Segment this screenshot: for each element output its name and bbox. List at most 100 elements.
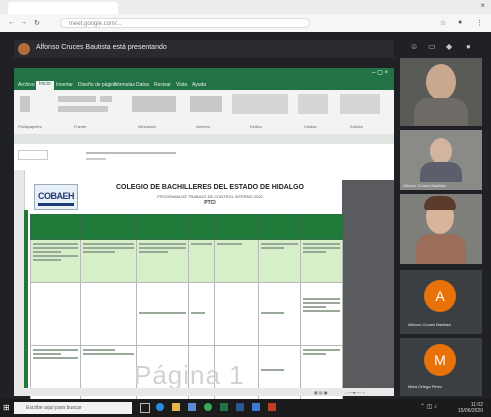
excel-taskbar-icon[interactable] [220, 403, 228, 411]
taskbar-search[interactable]: Escribe aquí para buscar [14, 402, 132, 414]
participant-tile[interactable] [400, 58, 482, 126]
chat-icon[interactable]: ▭ [428, 42, 436, 51]
participant-body [420, 162, 462, 182]
close-window-icon[interactable]: × [480, 1, 485, 10]
tray-icons[interactable]: ⌃ ◫ ♪ [420, 403, 437, 410]
windows-start-icon[interactable]: ⊞ [3, 403, 10, 412]
table-cell[interactable] [30, 282, 81, 346]
table-cell[interactable] [214, 239, 259, 283]
tab-insertar[interactable]: Insertar [56, 82, 73, 88]
shared-excel-window: – ▢ × Archivo Inicio Insertar Diseño de … [14, 68, 394, 401]
task-view-icon[interactable] [140, 403, 150, 413]
tab-ayuda[interactable]: Ayuda [192, 82, 206, 88]
participant-tile[interactable]: A Alfonso Cruces Bautista [400, 270, 482, 334]
people-icon[interactable]: ☺ [410, 42, 418, 51]
clock-date: 15/06/2020 [457, 408, 483, 414]
file-explorer-icon[interactable] [172, 403, 180, 411]
tab-formulas[interactable]: Fórmulas [114, 82, 135, 88]
app-icon[interactable] [268, 403, 276, 411]
styles-icons[interactable] [232, 94, 288, 114]
report-subtitle: PROGRAMA DE TRABAJO DE CONTROL INTERNO 2… [157, 194, 263, 199]
table-cell[interactable] [80, 239, 137, 283]
align-icons[interactable] [132, 96, 176, 112]
header-cell [80, 214, 137, 240]
presenter-avatar [18, 43, 30, 55]
table-cell[interactable] [136, 282, 189, 346]
table-cell[interactable] [300, 239, 343, 283]
paste-icon[interactable] [20, 96, 30, 112]
table-header-row [30, 214, 343, 240]
presenting-text: Alfonso Cruces Bautista está presentando [36, 44, 167, 51]
formula-bar[interactable] [14, 144, 394, 171]
number-format[interactable] [190, 96, 222, 112]
reload-icon[interactable]: ↻ [34, 19, 40, 27]
table-cell[interactable] [188, 239, 215, 283]
tab-vista[interactable]: Vista [176, 82, 187, 88]
screen: × ← → ↻ meet.google.com/... ☆ ● ⋮ Alfons… [0, 0, 491, 417]
name-box[interactable] [18, 150, 48, 160]
tab-archivo[interactable]: Archivo [18, 82, 35, 88]
table-cell[interactable] [80, 282, 137, 346]
table-cell[interactable] [136, 239, 189, 283]
browser-tab[interactable] [8, 2, 118, 14]
font-format-icons[interactable] [58, 106, 108, 112]
edge-icon[interactable] [156, 403, 164, 411]
editing-icons[interactable] [340, 94, 380, 114]
ribbon-group-edicion: Edición [350, 124, 364, 129]
header-cell [258, 214, 301, 240]
store-icon[interactable] [188, 403, 196, 411]
tab-revisar[interactable]: Revisar [154, 82, 171, 88]
presenting-banner: Alfonso Cruces Bautista está presentando [14, 40, 394, 58]
cells-icons[interactable] [298, 94, 328, 114]
participant-tile[interactable] [400, 194, 482, 264]
star-icon[interactable]: ☆ [440, 19, 446, 27]
word-taskbar-icon[interactable] [236, 403, 244, 411]
account-icon[interactable]: ● [466, 42, 471, 51]
participant-avatar: M [424, 344, 456, 376]
mail-icon[interactable] [252, 403, 260, 411]
table-cell[interactable] [214, 282, 259, 346]
profile-icon[interactable]: ● [458, 19, 462, 26]
row-highlight-bar [24, 210, 28, 396]
back-icon[interactable]: ← [8, 19, 15, 26]
participant-name: Alfonso Cruces Bautista [408, 322, 451, 327]
tab-datos[interactable]: Datos [136, 82, 149, 88]
participant-avatar: A [424, 280, 456, 312]
url-field[interactable]: meet.google.com/... [60, 18, 310, 28]
table-row[interactable] [30, 282, 343, 346]
tab-inicio[interactable]: Inicio [36, 81, 54, 90]
participant-tile[interactable]: Alfonso Cruces Bautista [400, 130, 482, 190]
participant-video [430, 138, 452, 164]
view-icons[interactable]: ▦ ▤ ▣ [314, 390, 328, 395]
table-cell[interactable] [258, 282, 301, 346]
excel-menu-tabs: Archivo Inicio Insertar Diseño de página… [14, 80, 394, 90]
table-row[interactable] [30, 239, 343, 283]
header-cell [214, 214, 259, 240]
participant-video [426, 64, 456, 100]
excel-window-controls[interactable]: – ▢ × [372, 69, 388, 76]
worksheet[interactable]: COBAEH COLEGIO DE BACHILLERES DEL ESTADO… [14, 170, 394, 401]
chrome-icon[interactable] [204, 403, 212, 411]
zoom-slider[interactable]: – ──●── + [344, 390, 365, 395]
table-cell[interactable] [258, 239, 301, 283]
forward-icon[interactable]: → [20, 19, 27, 26]
menu-icon[interactable]: ⋮ [476, 19, 483, 27]
font-box[interactable] [58, 96, 96, 102]
table-cell[interactable] [300, 282, 343, 346]
browser-address-bar: ← → ↻ meet.google.com/... ☆ ● ⋮ [0, 14, 491, 33]
ribbon-group-fuente: Fuente [74, 124, 87, 129]
formula-text-line [86, 152, 176, 154]
page-watermark: Página 1 [134, 360, 245, 390]
activities-icon[interactable]: ◆ [446, 42, 452, 51]
participant-tile[interactable]: M Mara Ortega Pérez [400, 338, 482, 396]
participant-name: Alfonso Cruces Bautista [403, 183, 446, 188]
table-cell[interactable] [30, 239, 81, 283]
formula-text-line-2 [86, 158, 106, 160]
font-size-box[interactable] [100, 96, 112, 102]
ribbon-group-celdas: Celdas [304, 124, 317, 129]
tab-diseno[interactable]: Diseño de página [78, 82, 117, 88]
participant-name: Mara Ortega Pérez [408, 384, 443, 389]
table-cell[interactable] [188, 282, 215, 346]
taskbar-clock[interactable]: 11:02 15/06/2020 [458, 402, 483, 414]
header-cell [30, 214, 81, 240]
